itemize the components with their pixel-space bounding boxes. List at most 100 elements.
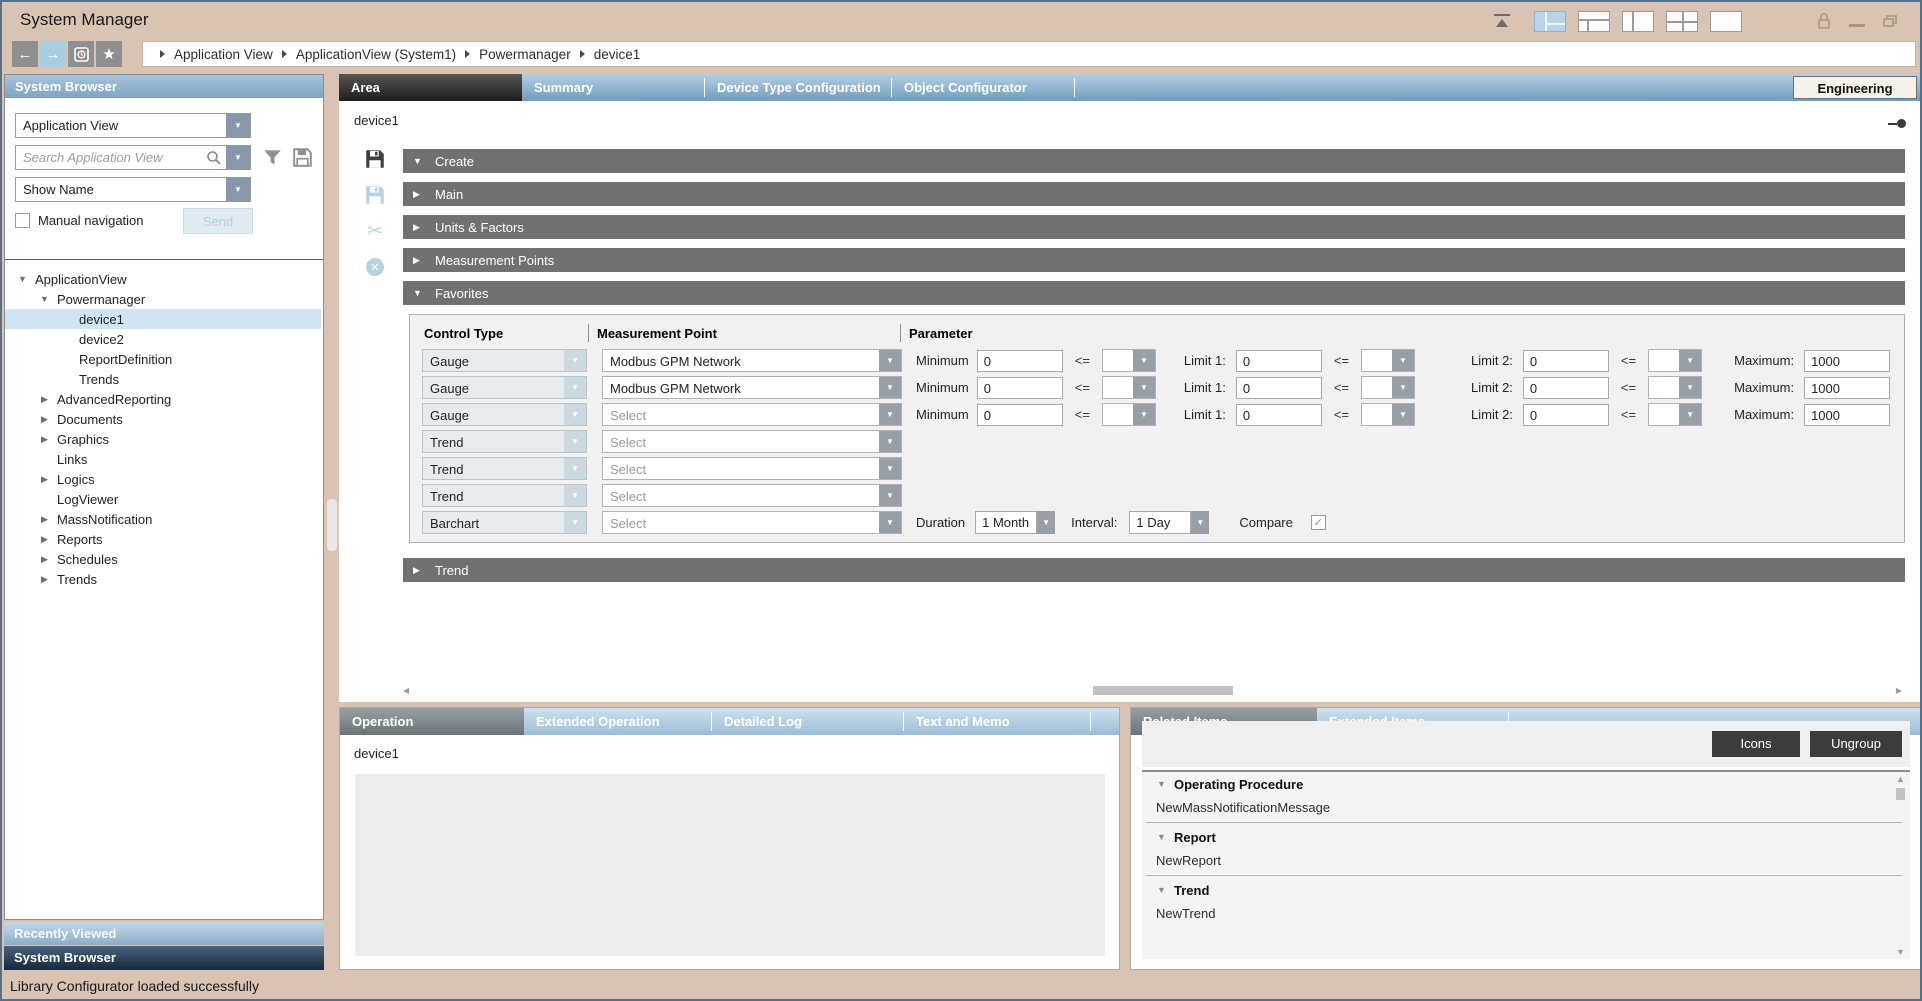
panel-splitter-handle[interactable] <box>327 499 337 551</box>
control-type-dropdown[interactable]: Barchart▼ <box>422 511 587 534</box>
tree-item-graphics[interactable]: ▶Graphics <box>5 429 321 449</box>
chevron-down-icon[interactable]: ▼ <box>1156 779 1167 789</box>
chevron-down-icon[interactable]: ▼ <box>1156 832 1167 842</box>
tab-detailed-log[interactable]: Detailed Log <box>712 708 903 735</box>
filter-icon[interactable] <box>263 148 282 167</box>
tree-item-links[interactable]: Links <box>5 449 321 469</box>
horizontal-scrollbar[interactable]: ◀ ▶ <box>403 686 1902 695</box>
minimum-input[interactable]: 0 <box>977 350 1063 372</box>
search-input[interactable]: Search Application View ▼ <box>15 145 251 170</box>
recently-viewed-bar[interactable]: Recently Viewed <box>4 922 324 945</box>
chevron-down-icon[interactable]: ▼ <box>564 350 586 371</box>
related-group-trend[interactable]: ▼Trend <box>1142 878 1910 902</box>
tree-item-documents[interactable]: ▶Documents <box>5 409 321 429</box>
control-type-dropdown[interactable]: Trend▼ <box>422 457 587 480</box>
comparator-dropdown[interactable]: ▼ <box>1648 403 1702 426</box>
chevron-down-icon[interactable]: ▼ <box>1191 511 1209 534</box>
section-header-trend[interactable]: ▶Trend <box>403 558 1905 582</box>
comparator-dropdown[interactable]: ▼ <box>1102 349 1156 372</box>
tree-item-device1[interactable]: device1 <box>5 309 321 329</box>
chevron-right-icon[interactable]: ▶ <box>39 534 50 545</box>
tab-operation[interactable]: Operation <box>340 708 524 735</box>
tree-item-trends[interactable]: ▶Trends <box>5 569 321 589</box>
cut-button[interactable]: ✂ <box>362 219 388 243</box>
limit1-input[interactable]: 0 <box>1236 350 1322 372</box>
related-group-report[interactable]: ▼Report <box>1142 825 1910 849</box>
tree-item-reportdefinition[interactable]: ReportDefinition <box>5 349 321 369</box>
comparator-dropdown[interactable]: ▼ <box>1102 376 1156 399</box>
minimum-input[interactable]: 0 <box>977 404 1063 426</box>
manual-navigation-checkbox[interactable] <box>15 213 30 228</box>
ungroup-button[interactable]: Ungroup <box>1810 731 1902 757</box>
minimum-input[interactable]: 0 <box>977 377 1063 399</box>
system-browser-bottom-bar[interactable]: System Browser <box>4 946 324 970</box>
chevron-right-icon[interactable]: ▶ <box>39 554 50 565</box>
chevron-down-icon[interactable]: ▼ <box>17 274 28 284</box>
control-type-dropdown[interactable]: Gauge▼ <box>422 376 587 399</box>
section-header-favorites[interactable]: ▼Favorites <box>403 281 1905 305</box>
tree-item-powermanager[interactable]: ▼Powermanager <box>5 289 321 309</box>
tree-item-logviewer[interactable]: LogViewer <box>5 489 321 509</box>
pin-icon[interactable] <box>1888 119 1906 128</box>
chevron-right-icon[interactable]: ▶ <box>39 574 50 585</box>
forward-button[interactable]: → <box>40 41 66 67</box>
related-item-newreport[interactable]: NewReport <box>1142 849 1910 873</box>
control-type-dropdown[interactable]: Trend▼ <box>422 484 587 507</box>
vertical-scrollbar-thumb[interactable] <box>1896 788 1905 800</box>
related-item-newtrend[interactable]: NewTrend <box>1142 902 1910 926</box>
section-header-main[interactable]: ▶Main <box>403 182 1905 206</box>
chevron-down-icon[interactable]: ▼ <box>226 146 250 169</box>
chevron-down-icon[interactable]: ▼ <box>226 178 250 201</box>
save-as-button[interactable] <box>362 183 388 207</box>
tab-summary[interactable]: Summary <box>522 74 704 101</box>
measurement-point-dropdown[interactable]: Select▼ <box>602 511 902 534</box>
layout-top-strip-icon[interactable] <box>1578 11 1610 32</box>
engineering-mode-button[interactable]: Engineering <box>1793 76 1917 99</box>
tree-item-applicationview[interactable]: ▼ApplicationView <box>5 269 321 289</box>
chevron-down-icon[interactable]: ▼ <box>879 350 901 371</box>
minimize-icon[interactable] <box>1849 24 1865 27</box>
layout-left-col-icon[interactable] <box>1622 11 1654 32</box>
tab-object-configurator[interactable]: Object Configurator <box>892 74 1074 101</box>
chevron-down-icon[interactable]: ▼ <box>1133 350 1155 371</box>
chevron-down-icon[interactable]: ▼ <box>1392 350 1414 371</box>
limit2-input[interactable]: 0 <box>1523 377 1609 399</box>
horizontal-scrollbar-thumb[interactable] <box>1093 686 1233 695</box>
comparator-dropdown[interactable]: ▼ <box>1648 349 1702 372</box>
breadcrumb-item[interactable]: ApplicationView (System1) <box>296 47 456 62</box>
tab-extended-operation[interactable]: Extended Operation <box>524 708 711 735</box>
maximum-input[interactable]: 1000 <box>1804 377 1890 399</box>
duration-dropdown[interactable]: 1 Month▼ <box>975 511 1055 534</box>
limit2-input[interactable]: 0 <box>1523 350 1609 372</box>
measurement-point-dropdown[interactable]: Select▼ <box>602 484 902 507</box>
chevron-down-icon[interactable]: ▼ <box>564 431 586 452</box>
tree-item-reports[interactable]: ▶Reports <box>5 529 321 549</box>
chevron-down-icon[interactable]: ▼ <box>564 485 586 506</box>
tree-item-trends[interactable]: Trends <box>5 369 321 389</box>
control-type-dropdown[interactable]: Gauge▼ <box>422 403 587 426</box>
limit2-input[interactable]: 0 <box>1523 404 1609 426</box>
chevron-down-icon[interactable]: ▼ <box>226 114 250 137</box>
related-item-newmassnotificationmessage[interactable]: NewMassNotificationMessage <box>1142 796 1910 820</box>
chevron-down-icon[interactable]: ▼ <box>564 512 586 533</box>
section-header-create[interactable]: ▼Create <box>403 149 1905 173</box>
chevron-right-icon[interactable]: ▶ <box>39 414 50 425</box>
chevron-down-icon[interactable]: ▼ <box>879 512 901 533</box>
save-filter-icon[interactable] <box>293 148 312 167</box>
chevron-right-icon[interactable]: ▶ <box>39 394 50 405</box>
layout-grid-icon[interactable] <box>1666 11 1698 32</box>
maximum-input[interactable]: 1000 <box>1804 350 1890 372</box>
chevron-down-icon[interactable]: ▼ <box>1037 511 1055 534</box>
measurement-point-dropdown[interactable]: Select▼ <box>602 457 902 480</box>
delete-button[interactable]: ✕ <box>362 255 388 279</box>
tree-item-device2[interactable]: device2 <box>5 329 321 349</box>
tab-device-type-configuration[interactable]: Device Type Configuration <box>705 74 891 101</box>
comparator-dropdown[interactable]: ▼ <box>1361 403 1415 426</box>
chevron-down-icon[interactable]: ▼ <box>879 431 901 452</box>
icons-button[interactable]: Icons <box>1712 731 1800 757</box>
chevron-right-icon[interactable]: ▶ <box>39 434 50 445</box>
comparator-dropdown[interactable]: ▼ <box>1361 376 1415 399</box>
measurement-point-dropdown[interactable]: Modbus GPM Network▼ <box>602 349 902 372</box>
chevron-down-icon[interactable]: ▼ <box>1679 404 1701 425</box>
breadcrumb-item[interactable]: Application View <box>174 47 273 62</box>
